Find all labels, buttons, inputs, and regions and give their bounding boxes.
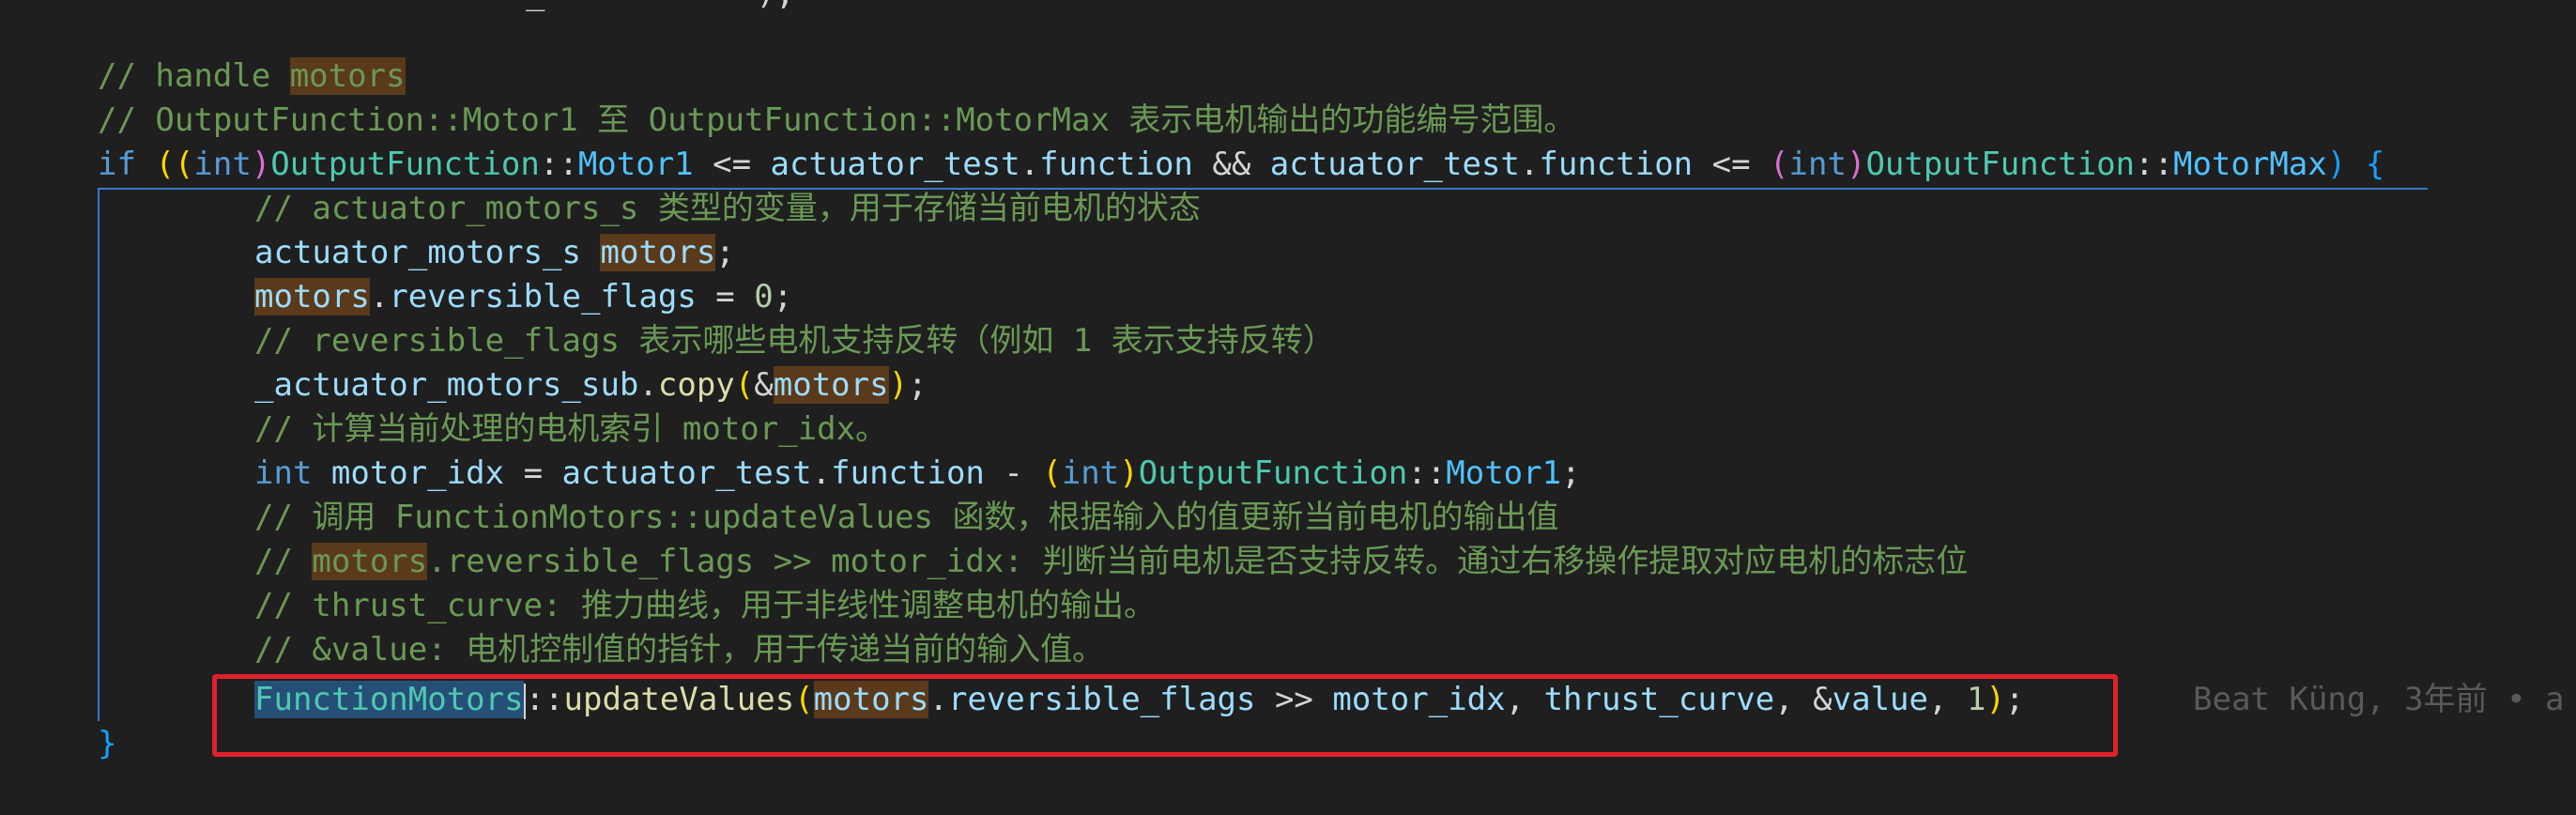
code-line-copy[interactable]: _actuator_motors_sub.copy(&motors);	[254, 363, 928, 408]
git-blame-annotation: Beat Küng, 3年前 • a	[2193, 681, 2565, 718]
code-line-fragment: _ );	[526, 0, 795, 16]
code-line-comment-flags[interactable]: // reversible_flags 表示哪些电机支持反转（例如 1 表示支持…	[254, 319, 1335, 363]
code-line-comment-struct[interactable]: // actuator_motors_s 类型的变量，用于存储当前电机的状态	[254, 187, 1201, 231]
highlighted-word: motors	[254, 278, 370, 315]
highlighted-word: motors	[773, 366, 889, 404]
highlighted-word: motors	[312, 543, 428, 580]
code-line-declaration[interactable]: actuator_motors_s motors;	[254, 231, 735, 275]
highlighted-word: motors	[289, 57, 406, 95]
code-editor[interactable]: _ ); // handle motors // OutputFunction:…	[0, 0, 2576, 815]
code-line-motor-idx[interactable]: int motor_idx = actuator_test.function -…	[254, 452, 1581, 496]
code-line-close-brace[interactable]: }	[98, 722, 116, 766]
code-line-assignment[interactable]: motors.reversible_flags = 0;	[254, 275, 792, 319]
code-line-comment-value[interactable]: // &value: 电机控制值的指针，用于传递当前的输入值。	[254, 628, 1104, 672]
code-line-comment-shift[interactable]: // motors.reversible_flags >> motor_idx:…	[254, 540, 1968, 584]
highlight-box	[212, 674, 2118, 757]
code-line-if[interactable]: if ((int)OutputFunction::Motor1 <= actua…	[98, 143, 2384, 187]
highlighted-word: motors	[600, 234, 716, 271]
block-scope-guide	[98, 188, 100, 721]
code-line-comment-thrust[interactable]: // thrust_curve: 推力曲线，用于非线性调整电机的输出。	[254, 584, 1156, 628]
code-line-comment-call[interactable]: // 调用 FunctionMotors::updateValues 函数，根据…	[254, 496, 1559, 540]
code-line-comment-index[interactable]: // 计算当前处理的电机索引 motor_idx。	[254, 408, 887, 452]
code-line-comment-handle[interactable]: // handle motors	[98, 54, 406, 99]
code-line-comment-range[interactable]: // OutputFunction::Motor1 至 OutputFuncti…	[98, 99, 1575, 143]
